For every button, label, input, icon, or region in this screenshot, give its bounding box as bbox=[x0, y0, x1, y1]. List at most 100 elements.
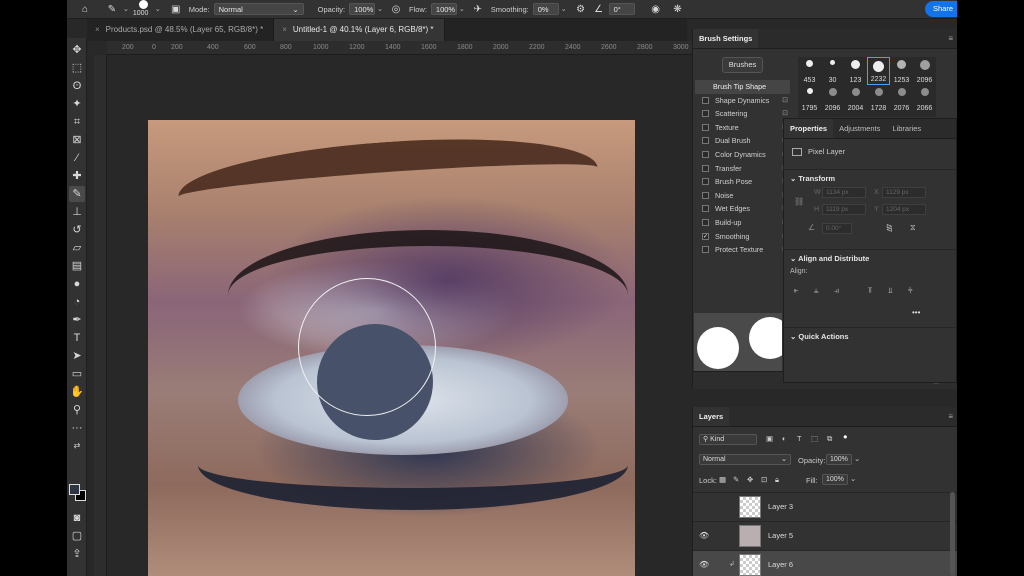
layer-name[interactable]: Layer 5 bbox=[768, 531, 793, 540]
y-input[interactable]: 1204 px bbox=[882, 204, 926, 215]
list-item-shape-dynamics[interactable]: Shape Dynamics ⊡ bbox=[695, 94, 790, 108]
lock-transparent-icon[interactable]: ▦ bbox=[719, 475, 726, 484]
more-options-icon[interactable]: ••• bbox=[912, 308, 920, 317]
angle-input[interactable]: 0.00° bbox=[822, 223, 852, 234]
brush-tip[interactable]: 2004 bbox=[844, 85, 867, 113]
checkbox[interactable] bbox=[702, 96, 709, 104]
dodge-tool-icon[interactable]: ◔ bbox=[69, 294, 85, 310]
lasso-tool-icon[interactable]: ʘ bbox=[69, 78, 85, 94]
airbrush-icon[interactable]: ✈ bbox=[471, 4, 485, 15]
filter-type-icon[interactable]: T bbox=[797, 434, 802, 443]
checkbox[interactable] bbox=[702, 164, 709, 172]
chevron-down-icon[interactable]: ⌄ bbox=[850, 474, 856, 483]
brush-tip-selected[interactable]: 2232 bbox=[867, 57, 890, 85]
list-item-transfer[interactable]: Transfer⊡ bbox=[695, 162, 790, 176]
checkbox[interactable] bbox=[702, 150, 709, 158]
symmetry-icon[interactable]: ❋ bbox=[671, 4, 685, 15]
flip-horizontal-icon[interactable]: ⧎ bbox=[886, 223, 893, 232]
align-top-icon[interactable]: ⫪ bbox=[868, 286, 873, 296]
brush-tip[interactable]: 30 bbox=[821, 57, 844, 85]
layer-name[interactable]: Layer 6 bbox=[768, 560, 793, 569]
mode-select[interactable]: Normal ⌄ bbox=[213, 3, 304, 15]
eraser-tool-icon[interactable]: ▱ bbox=[69, 240, 85, 256]
brush-preset-picker[interactable]: 1000 bbox=[131, 0, 153, 19]
layer-opacity-value[interactable]: 100% bbox=[826, 454, 852, 465]
screen-mode-icon[interactable]: ▢ bbox=[69, 528, 85, 544]
filter-adjustment-icon[interactable]: ◐ bbox=[782, 434, 787, 443]
hand-tool-icon[interactable]: ✋ bbox=[69, 384, 85, 400]
transform-section[interactable]: ⌄ Transform bbox=[784, 169, 957, 183]
crop-tool-icon[interactable]: ⌗ bbox=[69, 114, 85, 130]
history-brush-tool-icon[interactable]: ↺ bbox=[69, 222, 85, 238]
brush-tip[interactable]: 1795 bbox=[798, 85, 821, 113]
brush-tip[interactable]: 453 bbox=[798, 57, 821, 85]
angle-field[interactable]: 0° bbox=[608, 3, 635, 15]
blend-mode-dropdown[interactable]: Normal ⌄ bbox=[699, 454, 791, 465]
list-item-brush-tip-shape[interactable]: Brush Tip Shape bbox=[695, 80, 790, 94]
filter-shape-icon[interactable]: ⬚ bbox=[811, 434, 818, 443]
panel-menu-icon[interactable]: ≡ bbox=[948, 407, 953, 426]
brush-tip[interactable]: 2096 bbox=[913, 57, 936, 85]
kind-select[interactable]: ⚲ Kind bbox=[699, 434, 757, 445]
layer-thumbnail[interactable] bbox=[739, 554, 761, 576]
swap-colors-icon[interactable]: ⇄ bbox=[69, 438, 85, 454]
healing-brush-tool-icon[interactable]: ✚ bbox=[69, 168, 85, 184]
layers-scrollbar[interactable] bbox=[950, 492, 955, 576]
more-tools-icon[interactable]: ··· bbox=[69, 420, 85, 436]
layer-row-selected[interactable]: 👁 ↲ Layer 6 bbox=[693, 550, 957, 576]
rectangle-tool-icon[interactable]: ▭ bbox=[69, 366, 85, 382]
align-bottom-icon[interactable]: ⫩ bbox=[908, 286, 913, 296]
quick-mask-icon[interactable]: ◙ bbox=[69, 510, 85, 526]
align-middle-icon[interactable]: ⫫ bbox=[888, 286, 893, 296]
list-item-color-dynamics[interactable]: Color Dynamics⊡ bbox=[695, 148, 790, 162]
layer-name[interactable]: Layer 3 bbox=[768, 502, 793, 511]
list-item-build-up[interactable]: Build-up⊡ bbox=[695, 216, 790, 230]
eye-photo-canvas[interactable] bbox=[148, 120, 635, 576]
tab-untitled-1[interactable]: × Untitled-1 @ 40.1% (Layer 6, RGB/8*) * bbox=[274, 19, 445, 41]
gear-icon[interactable]: ⚙ bbox=[573, 4, 589, 15]
close-icon[interactable]: × bbox=[95, 25, 100, 34]
layer-row[interactable]: 👁 Layer 5 bbox=[693, 521, 957, 550]
chevron-down-icon[interactable]: ⌄ bbox=[459, 5, 465, 13]
lock-artboard-icon[interactable]: ⊡ bbox=[761, 475, 767, 484]
align-section[interactable]: ⌄ Align and Distribute bbox=[784, 249, 957, 263]
layer-row[interactable]: Layer 3 bbox=[693, 492, 957, 521]
chevron-down-icon[interactable]: ⌄ bbox=[561, 5, 567, 13]
list-item-brush-pose[interactable]: Brush Pose⊡ bbox=[695, 175, 790, 189]
align-center-icon[interactable]: ⫨ bbox=[814, 286, 819, 296]
lock-all-icon[interactable]: 🔒︎ bbox=[775, 475, 779, 485]
chevron-down-icon[interactable]: ⌄ bbox=[123, 5, 129, 13]
blend-mode-select[interactable]: Normal ⌄ bbox=[699, 454, 791, 465]
pen-tool-icon[interactable]: ✒ bbox=[69, 312, 85, 328]
flip-vertical-icon[interactable]: ⧖ bbox=[910, 223, 916, 233]
tab-adjustments[interactable]: Adjustments bbox=[833, 119, 886, 138]
frame-tool-icon[interactable]: ⊠ bbox=[69, 132, 85, 148]
list-item-protect-texture[interactable]: Protect Texture⊡ bbox=[695, 243, 790, 257]
list-item-texture[interactable]: Texture⊡ bbox=[695, 121, 790, 135]
marquee-tool-icon[interactable]: ⬚ bbox=[69, 60, 85, 76]
link-icon[interactable]: ⛓ bbox=[794, 197, 804, 206]
brush-tool-icon[interactable]: ✎ bbox=[69, 186, 85, 202]
layer-thumbnail[interactable] bbox=[739, 496, 761, 518]
pressure-size-icon[interactable]: ◉ bbox=[649, 4, 663, 15]
home-icon[interactable]: ⌂ bbox=[75, 4, 95, 15]
list-item-smoothing[interactable]: ✓Smoothing⊡ bbox=[695, 230, 790, 244]
width-input[interactable]: 1134 px bbox=[822, 187, 866, 198]
brush-tip[interactable]: 2066 bbox=[913, 85, 936, 113]
brush-tip[interactable]: 1728 bbox=[867, 85, 890, 113]
zoom-tool-icon[interactable]: ⚲ bbox=[69, 402, 85, 418]
checkbox[interactable] bbox=[702, 191, 709, 199]
brush-tip[interactable]: 123 bbox=[844, 57, 867, 85]
tab-brush-settings[interactable]: Brush Settings bbox=[693, 29, 759, 48]
chevron-down-icon[interactable]: ⌄ bbox=[155, 5, 161, 13]
flow-field[interactable]: 100% bbox=[430, 3, 457, 15]
chevron-down-icon[interactable]: ⌄ bbox=[854, 454, 860, 463]
quick-actions-section[interactable]: ⌄ Quick Actions bbox=[784, 327, 957, 341]
checkbox[interactable] bbox=[702, 246, 709, 254]
canvas-area[interactable] bbox=[107, 55, 692, 576]
list-item-noise[interactable]: Noise⊡ bbox=[695, 189, 790, 203]
align-left-icon[interactable]: ⫦ bbox=[794, 286, 799, 296]
brush-tool-icon[interactable]: ✎ bbox=[103, 4, 121, 15]
layer-thumbnail[interactable] bbox=[739, 525, 761, 547]
filter-smart-object-icon[interactable]: ⧉ bbox=[827, 434, 832, 444]
